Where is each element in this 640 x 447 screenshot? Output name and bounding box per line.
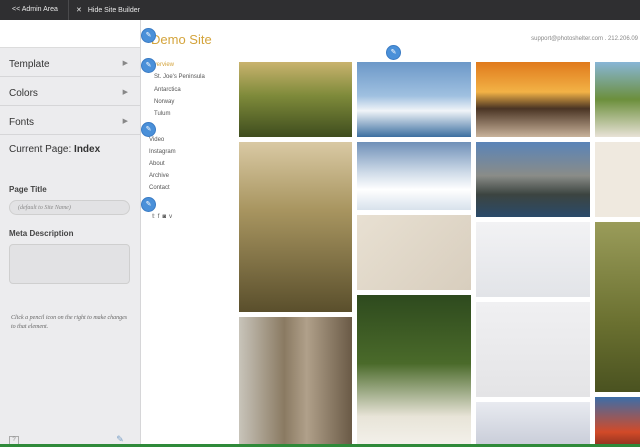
field-grass-photo[interactable] [595,222,640,392]
nav-item-antarctica[interactable]: Antarctica [154,87,181,93]
pencil-icon: ✎ [390,49,397,56]
edit-secondary-nav-pin[interactable]: ✎ [141,122,156,137]
close-icon: ✕ [76,7,82,14]
pencil-icon: ✎ [145,201,152,208]
nav-item-archive[interactable]: Archive [149,173,169,179]
sidebar-item-colors[interactable]: Colors ▶ [0,77,140,106]
sidebar-header [0,20,140,48]
sand-closeup-photo[interactable] [357,215,471,290]
edit-social-pin[interactable]: ✎ [141,197,156,212]
sidebar-item-label: Fonts [9,117,35,128]
nav-item-norway[interactable]: Norway [154,99,174,105]
chevron-right-icon: ▶ [122,60,128,67]
sidebar-item-label: Colors [9,88,38,99]
meta-description-textarea[interactable] [9,244,130,284]
sidebar-item-template[interactable]: Template ▶ [0,48,140,77]
edit-nav-pin[interactable]: ✎ [141,58,156,73]
grass-sunset-photo[interactable] [239,62,352,137]
builder-toolbar: << Admin Area ✕ Hide Site Builder [0,0,640,20]
nav-item-st-joes[interactable]: St. Joe's Peninsula [154,74,205,80]
current-page-prefix: Current Page: [9,144,72,155]
nav-item-tulum[interactable]: Tulum [154,111,170,117]
vimeo-icon[interactable]: v [169,214,175,220]
sand-texture-photo[interactable] [595,142,640,217]
edit-gallery-pin[interactable]: ✎ [386,45,401,60]
pencil-icon: ✎ [145,32,152,39]
page-title-input[interactable]: (default to Site Name) [9,200,130,215]
pencil-icon: ✎ [145,62,152,69]
hide-site-builder-label: Hide Site Builder [87,7,140,14]
edit-header-pin[interactable]: ✎ [141,28,156,43]
bird-on-snow-photo[interactable] [476,402,590,447]
lofoten-village-photo[interactable] [476,142,590,217]
seal-on-snow-photo[interactable] [476,302,590,397]
beach-trees-photo[interactable] [595,62,640,137]
site-builder-sidebar: Template ▶ Colors ▶ Fonts ▶ Current Page… [0,20,141,447]
snowy-field-photo[interactable] [476,222,590,297]
hide-site-builder-button[interactable]: ✕ Hide Site Builder [76,6,140,14]
nav-item-video[interactable]: Video [149,137,164,143]
nav-item-about[interactable]: About [149,161,165,167]
chevron-right-icon: ▶ [122,118,128,125]
current-page-name: Index [74,144,101,155]
pencil-icon: ✎ [145,126,152,133]
page-title-label: Page Title [9,185,47,194]
sidebar-item-label: Template [9,59,50,70]
sidebar-item-fonts[interactable]: Fonts ▶ [0,106,140,135]
site-logo[interactable]: Demo Site [151,32,212,47]
header-contact: support@photoshelter.com . 212.206.09 [531,36,638,42]
backlit-grass-photo[interactable] [239,142,352,312]
wine-glass-photo[interactable] [357,295,471,447]
red-cabin-photo[interactable] [595,397,640,447]
edit-hint-text: Click a pencil icon on the right to make… [11,315,128,330]
toolbar-divider [68,0,69,20]
admin-area-link[interactable]: << Admin Area [12,6,58,13]
current-page: Current Page: Index [0,135,140,173]
snowy-mountains-photo[interactable] [357,62,471,137]
site-preview: Demo Site support@photoshelter.com . 212… [141,20,640,447]
nav-item-contact[interactable]: Contact [149,185,170,191]
nav-item-instagram[interactable]: Instagram [149,149,176,155]
desert-sunset-photo[interactable] [476,62,590,137]
social-links: 𝕥f◙v [152,213,175,220]
tree-bark-photo[interactable] [239,317,352,447]
meta-description-label: Meta Description [9,229,74,238]
chevron-right-icon: ▶ [122,89,128,96]
antarctic-camp-photo[interactable] [357,142,471,210]
